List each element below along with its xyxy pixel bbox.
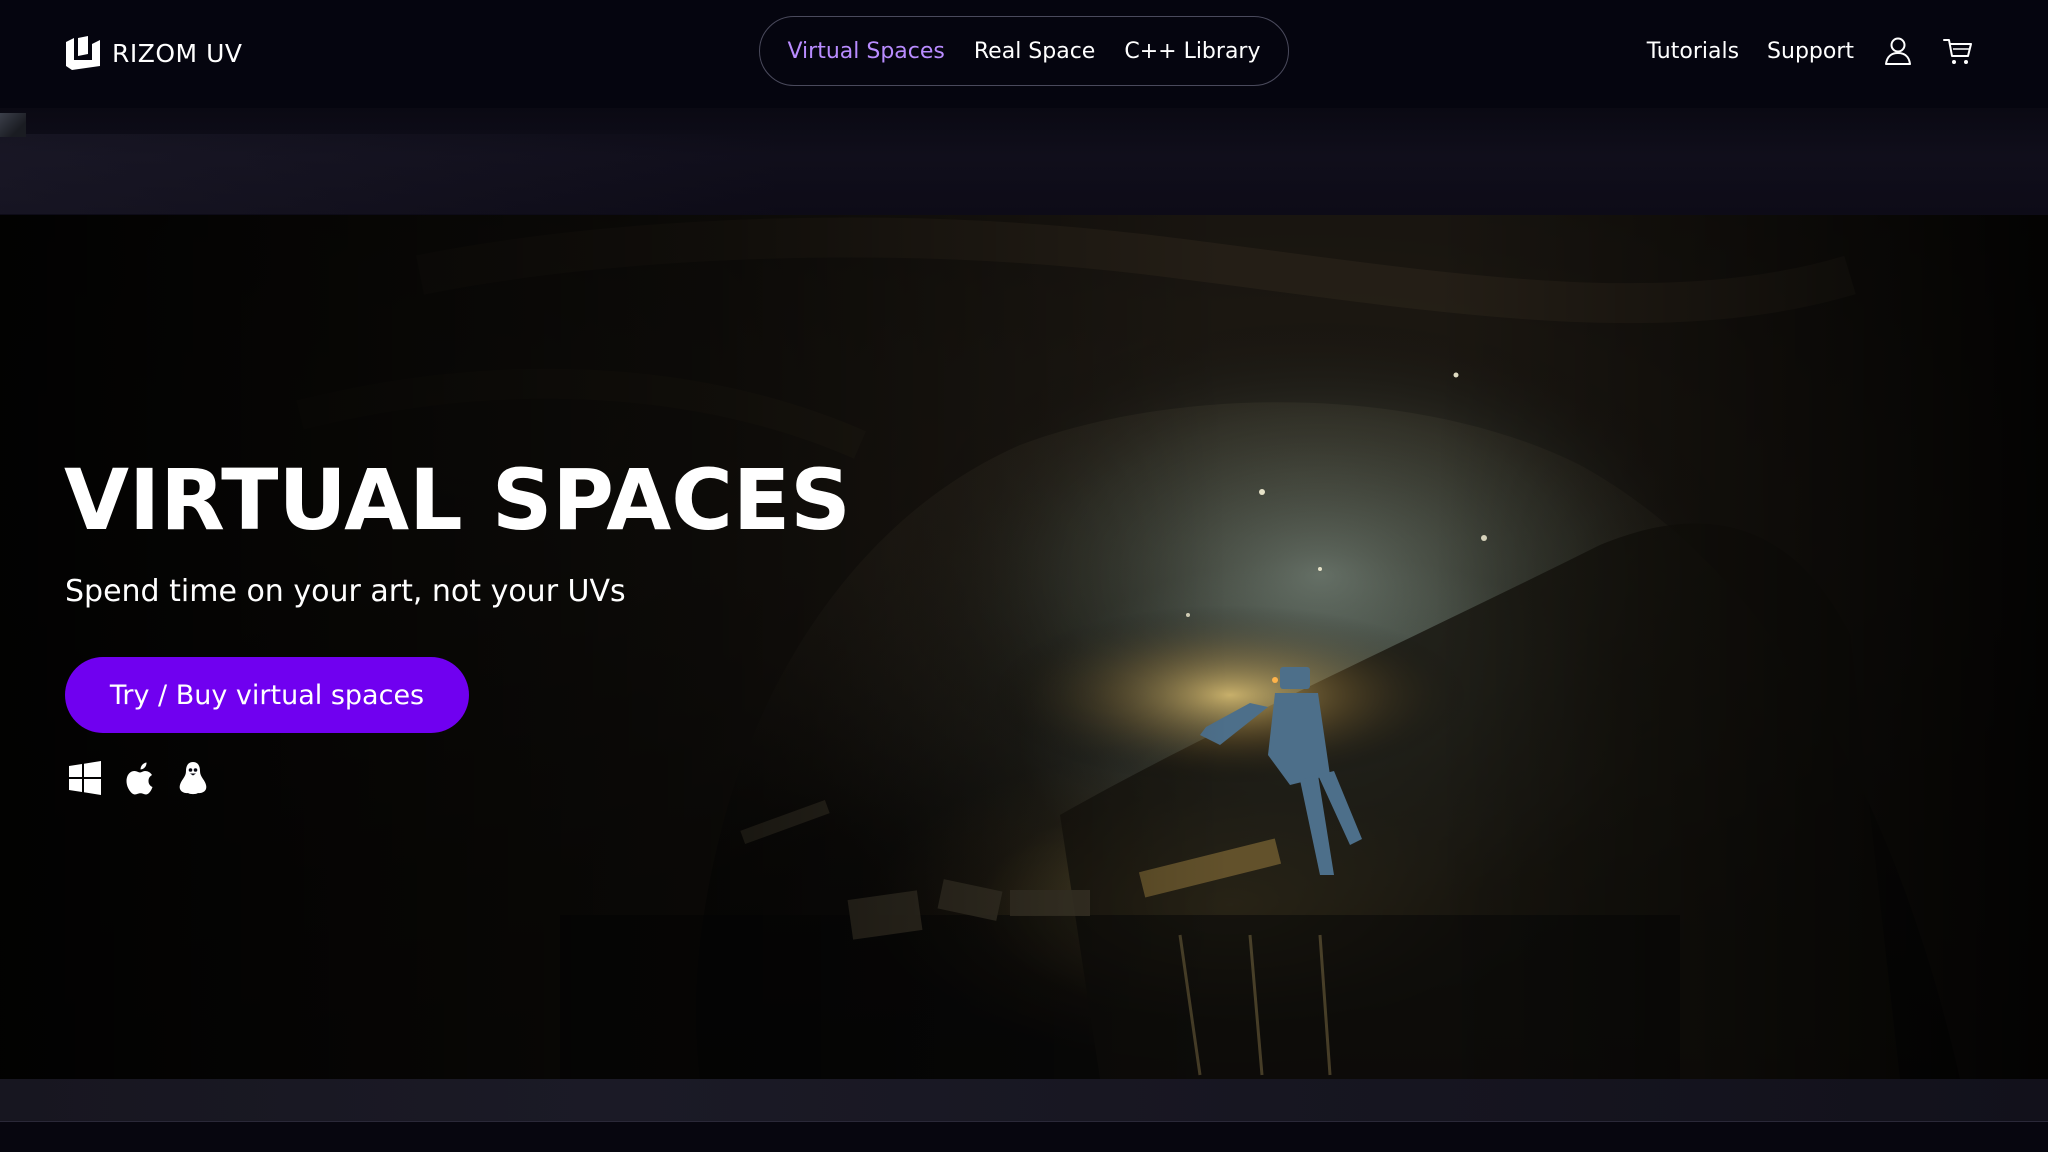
linux-icon [179, 762, 207, 795]
hero-subtitle: Spend time on your art, not your UVs [65, 574, 626, 609]
nav-link-real-space[interactable]: Real Space [974, 39, 1095, 64]
broken-image-thumbnail [0, 113, 26, 137]
platform-icons [68, 760, 210, 796]
page-continuation [0, 1122, 2048, 1152]
brand-logo[interactable]: RIZOM UV [64, 36, 242, 70]
nav-link-virtual-spaces[interactable]: Virtual Spaces [787, 39, 944, 64]
user-icon[interactable] [1882, 35, 1914, 67]
rizom-logo-icon [66, 36, 100, 70]
try-buy-button[interactable]: Try / Buy virtual spaces [65, 657, 469, 733]
brand-name: RIZOM UV [112, 38, 243, 68]
nav-right-group: Tutorials Support [1647, 30, 1974, 72]
top-navigation: RIZOM UV Virtual Spaces Real Space C++ L… [0, 0, 2048, 108]
hero-title: VIRTUAL SPACES [64, 451, 851, 549]
nav-link-tutorials[interactable]: Tutorials [1647, 39, 1739, 64]
apple-icon [126, 762, 153, 795]
video-strip-bottom [0, 1079, 2048, 1121]
product-switcher: Virtual Spaces Real Space C++ Library [759, 16, 1289, 86]
nav-link-cpp-library[interactable]: C++ Library [1124, 39, 1260, 64]
windows-icon [69, 761, 101, 795]
video-strip-top [0, 108, 2048, 215]
hero-background-image [0, 215, 2048, 1079]
cart-icon[interactable] [1942, 35, 1974, 67]
hero-section: VIRTUAL SPACES Spend time on your art, n… [0, 215, 2048, 1079]
nav-link-support[interactable]: Support [1767, 39, 1854, 64]
